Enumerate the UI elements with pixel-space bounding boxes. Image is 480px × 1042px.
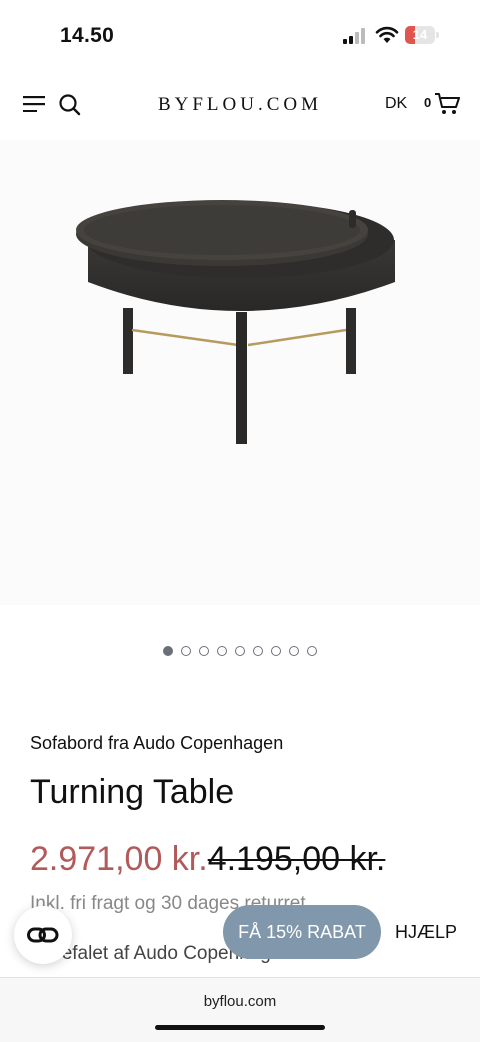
help-button[interactable]: HJÆLP <box>383 906 469 958</box>
wifi-icon <box>375 26 399 43</box>
product-title: Turning Table <box>30 773 235 811</box>
browser-url-bar[interactable]: byflou.com <box>0 977 480 1042</box>
original-price: 4.195,00 kr. <box>207 840 386 878</box>
status-bar: 14.50 14 <box>0 0 480 70</box>
carousel-pagination <box>0 643 480 657</box>
carousel-dot[interactable] <box>217 646 227 656</box>
home-indicator[interactable] <box>155 1025 325 1030</box>
carousel-dot[interactable] <box>307 646 317 656</box>
carousel-dot[interactable] <box>289 646 299 656</box>
chat-button[interactable] <box>14 906 72 964</box>
status-time: 14.50 <box>60 24 115 47</box>
chat-link-icon <box>27 927 59 943</box>
carousel-dot[interactable] <box>253 646 263 656</box>
product-subtitle: Sofabord fra Audo Copenhagen <box>30 733 284 753</box>
cart-count: 0 <box>424 95 432 110</box>
cart-icon <box>435 93 460 114</box>
url-text[interactable]: byflou.com <box>0 993 480 1010</box>
product-image[interactable] <box>0 140 480 605</box>
turning-table-image <box>76 200 395 444</box>
language-selector[interactable]: DK <box>385 95 407 113</box>
carousel-dot[interactable] <box>163 646 173 656</box>
carousel-dot[interactable] <box>235 646 245 656</box>
carousel-dot[interactable] <box>271 646 281 656</box>
carousel-dot[interactable] <box>199 646 209 656</box>
cellular-signal-icon <box>343 28 365 44</box>
site-logo[interactable]: BYFLOU.COM <box>0 94 480 116</box>
carousel-dot[interactable] <box>181 646 191 656</box>
battery-level: 14 <box>412 27 428 42</box>
sale-price: 2.971,00 kr. <box>30 840 208 878</box>
battery-icon: 14 <box>405 26 439 44</box>
price-block: 2.971,00 kr.4.195,00 kr. <box>30 840 385 879</box>
discount-button[interactable]: FÅ 15% RABAT <box>223 905 381 959</box>
site-header: BYFLOU.COM DK 0 <box>0 80 480 128</box>
